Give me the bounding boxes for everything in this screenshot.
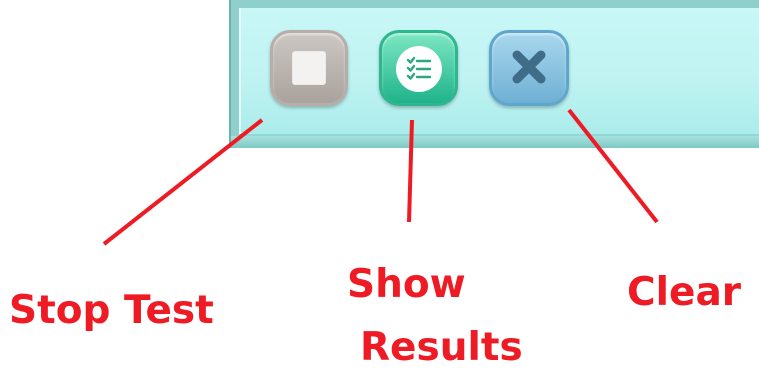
clear-pointer-line — [567, 108, 659, 224]
clear-label: Clear — [627, 270, 741, 315]
show-results-pointer-line — [407, 119, 414, 223]
annotated-screenshot: Stop Test Show Results Clear — [0, 0, 759, 372]
stop-test-pointer-line — [102, 118, 264, 246]
stop-test-label: Stop Test — [9, 288, 214, 333]
show-label: Show — [347, 262, 466, 307]
results-label: Results — [360, 325, 523, 370]
